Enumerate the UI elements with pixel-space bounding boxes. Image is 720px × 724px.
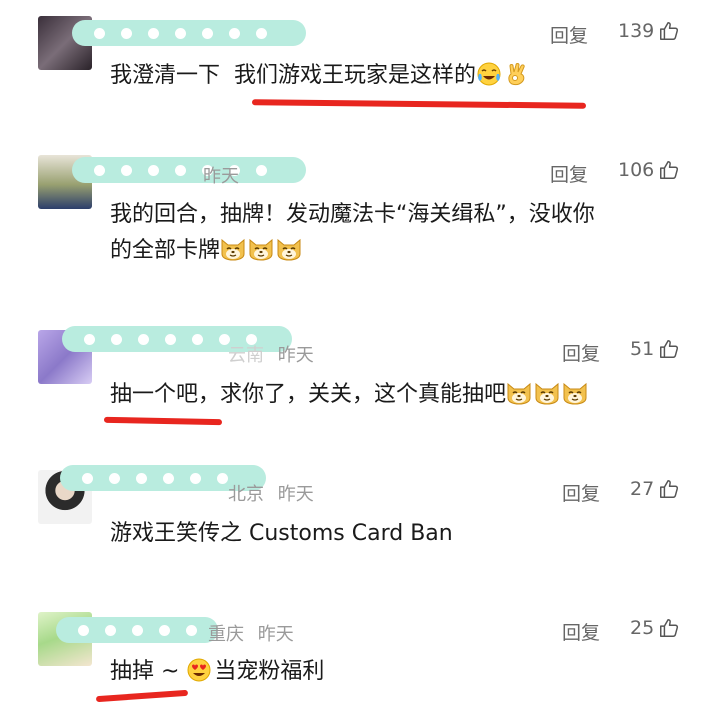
reply-button[interactable]: 回复	[562, 479, 600, 506]
comment-text: 抽掉 ~ 当宠粉福利	[110, 654, 680, 690]
comment-body-pre: 抽掉 ~	[110, 659, 187, 684]
timestamp: 昨天	[257, 624, 294, 645]
comment-text: 抽一个吧，求你了，关关，这个真能抽吧	[110, 377, 680, 413]
comment-body-line-2: 的全部卡牌	[110, 233, 680, 269]
comment-meta: 重庆 昨天	[208, 620, 294, 646]
thumbs-up-icon	[658, 338, 680, 360]
thumbs-up-icon	[658, 478, 680, 500]
timestamp: 昨天	[277, 484, 314, 505]
like-button[interactable]: 139	[618, 20, 680, 42]
reply-button[interactable]: 回复	[550, 21, 588, 48]
comment-meta: 北京 昨天	[228, 480, 314, 506]
thumbs-up-icon	[658, 159, 680, 181]
comment-meta: 昨天	[203, 166, 239, 187]
redacted-username	[72, 157, 306, 183]
doge-emoji-icon	[506, 381, 532, 405]
comment-text: 我澄清一下 我们游戏王玩家是这样的	[110, 58, 680, 94]
like-count: 25	[630, 617, 655, 639]
comment-body: 我澄清一下 我们游戏王玩家是这样的	[110, 63, 476, 88]
comment-text: 游戏王笑传之 Customs Card Ban	[110, 521, 453, 546]
red-underline-annotation	[251, 99, 587, 109]
like-button[interactable]: 51	[630, 338, 680, 360]
comment-meta: 云南 昨天	[228, 341, 314, 367]
comment-text: 我的回合，抽牌！发动魔法卡“海关缉私”，没收你 的全部卡牌	[110, 197, 680, 269]
location: 云南	[228, 345, 264, 366]
thumbs-up-icon	[658, 617, 680, 639]
like-button[interactable]: 106	[618, 159, 680, 181]
like-button[interactable]: 25	[630, 617, 680, 639]
reply-button[interactable]: 回复	[562, 618, 600, 645]
location: 重庆	[208, 624, 244, 645]
comment-body-post: 当宠粉福利	[214, 659, 325, 684]
redacted-username	[56, 617, 218, 643]
crying-laughing-emoji-icon	[476, 62, 502, 86]
doge-emoji-icon	[534, 381, 560, 405]
ok-hand-emoji-icon	[504, 62, 530, 86]
like-count: 51	[630, 338, 655, 360]
doge-emoji-icon	[562, 381, 588, 405]
like-count: 106	[618, 159, 655, 181]
heart-eyes-emoji-icon	[186, 658, 212, 682]
red-underline-annotation	[103, 416, 223, 426]
comment-body: 的全部卡牌	[110, 238, 221, 263]
doge-emoji-icon	[248, 237, 274, 261]
like-count: 27	[630, 478, 655, 500]
redacted-username	[72, 20, 306, 46]
timestamp: 昨天	[277, 345, 314, 366]
reply-button[interactable]: 回复	[550, 160, 588, 187]
like-count: 139	[618, 20, 655, 42]
comment-body-line-1: 我的回合，抽牌！发动魔法卡“海关缉私”，没收你	[110, 202, 595, 227]
reply-button[interactable]: 回复	[562, 339, 600, 366]
red-underline-annotation	[95, 689, 189, 703]
like-button[interactable]: 27	[630, 478, 680, 500]
doge-emoji-icon	[276, 237, 302, 261]
doge-emoji-icon	[220, 237, 246, 261]
location: 北京	[228, 484, 264, 505]
comment-body: 抽一个吧，求你了，关关，这个真能抽吧	[110, 382, 507, 407]
thumbs-up-icon	[658, 20, 680, 42]
